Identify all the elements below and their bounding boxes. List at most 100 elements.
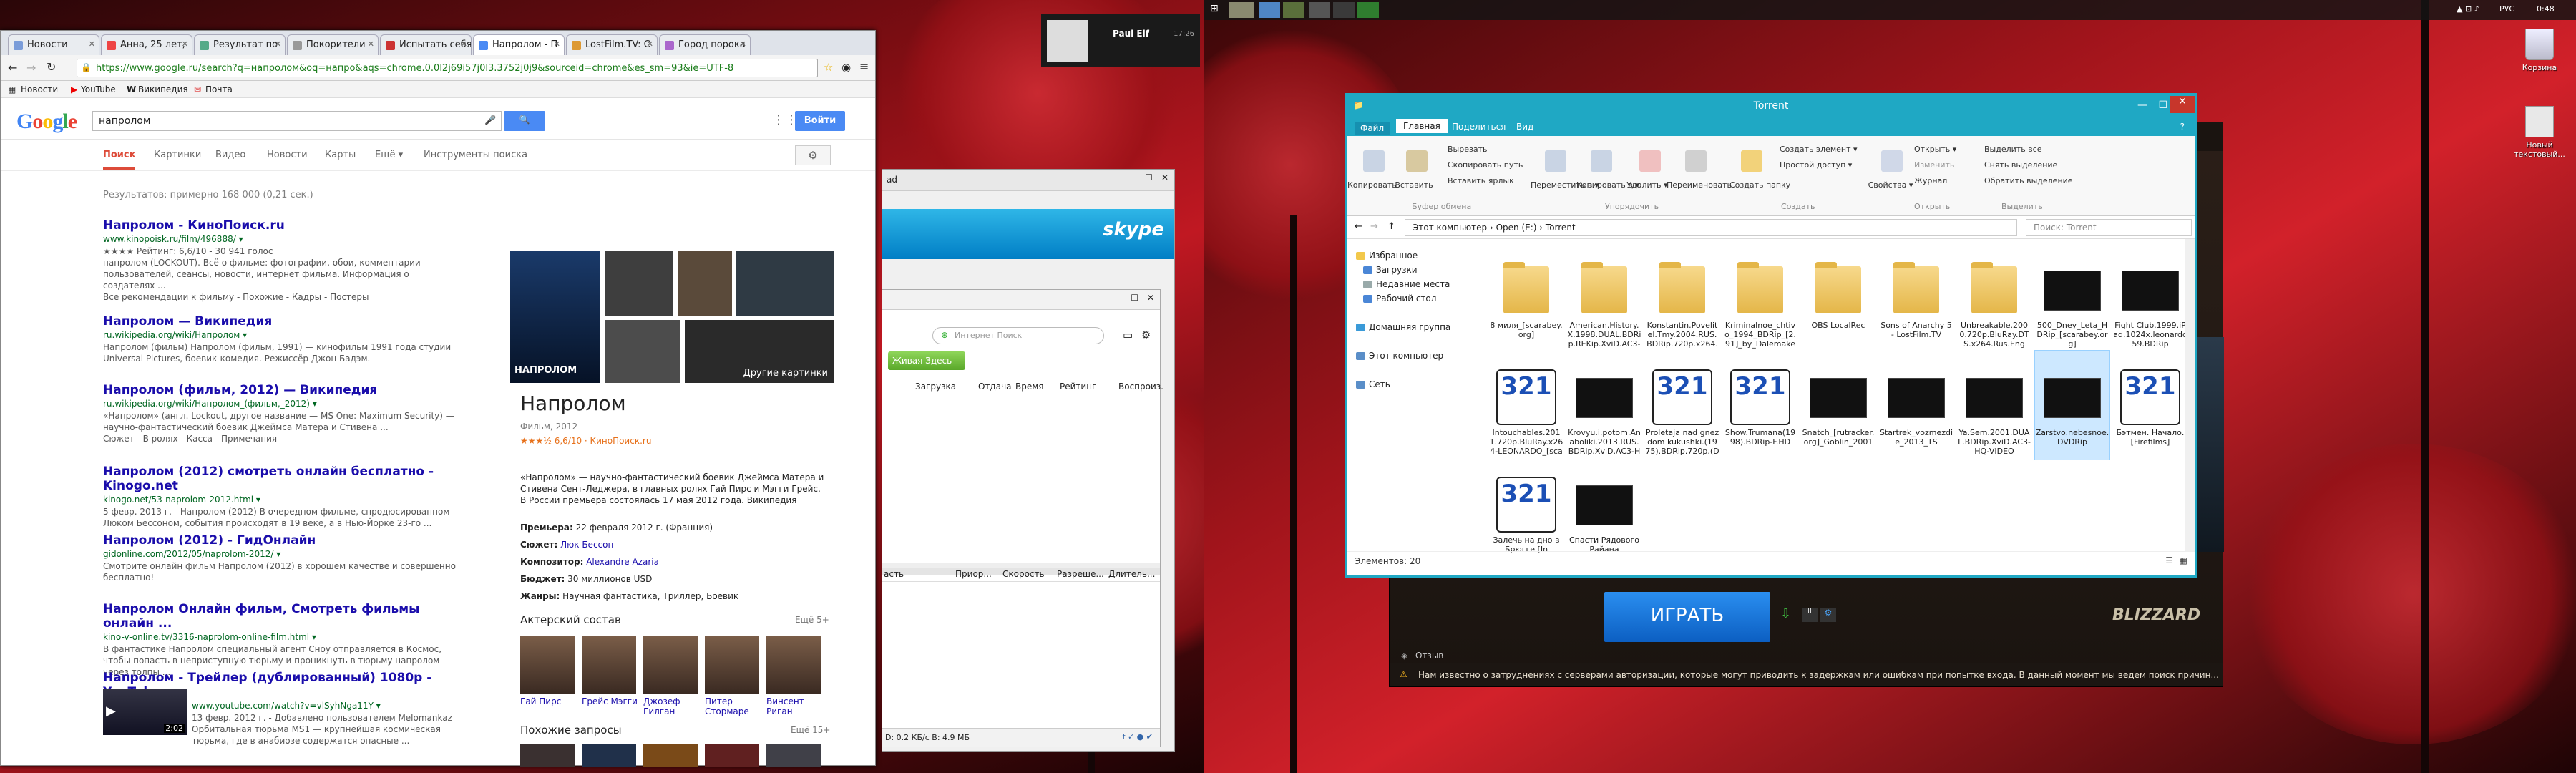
back-icon[interactable]: ← xyxy=(1355,221,1362,232)
browser-tab[interactable]: Результат по ✕ xyxy=(194,34,286,55)
minimize-icon[interactable]: — xyxy=(1111,293,1120,303)
column-header[interactable]: асть xyxy=(884,569,904,579)
column-header[interactable]: Отдача xyxy=(978,381,1012,392)
move-to-button[interactable]: Переместить в ▾ xyxy=(1531,180,1599,190)
select-all-button[interactable]: Выделить все xyxy=(1984,145,2041,154)
file-item[interactable]: 500_Dney_Leta_HDRip_[scarabey.org] xyxy=(2035,243,2109,352)
close-icon[interactable]: ✕ xyxy=(647,39,653,49)
fact-value[interactable]: Alexandre Azaria xyxy=(586,557,659,567)
gear-icon[interactable]: ⚙ xyxy=(1141,329,1151,341)
cast-name[interactable]: Питер Стормаре xyxy=(705,696,762,716)
tab-file[interactable]: Файл xyxy=(1355,122,1390,135)
movie-poster[interactable]: НАПРОЛОМ xyxy=(509,250,602,384)
breadcrumb-drive[interactable]: Open (E:) xyxy=(1496,223,1537,233)
nav-desktop[interactable]: Рабочий стол xyxy=(1376,293,1436,303)
file-item[interactable]: Kriminalnoe_chtivo_1994_BDRip_[2.91]_by_… xyxy=(1723,243,1797,352)
close-icon[interactable]: ✕ xyxy=(740,39,746,49)
browser-tab[interactable]: Испытать себя ✕ xyxy=(380,34,472,55)
column-header[interactable]: Приор... xyxy=(955,569,992,579)
tab-maps[interactable]: Карты xyxy=(325,150,356,160)
remote-icon[interactable]: ▭ xyxy=(1123,329,1133,341)
browser-tab[interactable]: Город порока ✕ xyxy=(659,34,751,55)
result-title[interactable]: Напролом (фильм, 2012) — Википедия xyxy=(103,383,461,397)
breadcrumb-computer[interactable]: Этот компьютер xyxy=(1413,223,1487,233)
close-icon[interactable]: ✕ xyxy=(182,39,188,49)
nav-recent[interactable]: Недавние места xyxy=(1376,279,1450,289)
start-icon[interactable]: ⊞ xyxy=(1210,3,1223,16)
tab-home[interactable]: Главная xyxy=(1396,119,1448,133)
nav-homegroup[interactable]: Домашняя группа xyxy=(1369,322,1450,332)
browser-tab[interactable]: Анна, 25 лет, ✕ xyxy=(101,34,192,55)
taskbar-app[interactable] xyxy=(1283,2,1304,18)
fact-value[interactable]: Люк Бессон xyxy=(560,540,613,550)
taskbar-app[interactable] xyxy=(1333,2,1355,18)
file-item[interactable]: Konstantin.Povelitel.Tmy.2004.RUS.BDRip.… xyxy=(1645,243,1719,352)
settings-gear-icon[interactable]: ⚙ xyxy=(795,145,831,165)
cast-more-link[interactable]: Ещё 5+ xyxy=(795,615,829,625)
copy-button[interactable]: Копировать xyxy=(1347,180,1397,190)
browser-tab[interactable]: LostFilm.TV: С ✕ xyxy=(566,34,658,55)
maximize-icon[interactable]: ☐ xyxy=(1131,293,1138,303)
similar-thumb[interactable] xyxy=(766,744,821,767)
result-title[interactable]: Напролом (2012) смотреть онлайн бесплатн… xyxy=(103,465,461,493)
taskbar-app[interactable] xyxy=(1259,2,1280,18)
cast-photo[interactable] xyxy=(766,636,821,694)
friend-notification[interactable]: Paul Elf 17:26 xyxy=(1041,14,1200,67)
new-folder-button[interactable]: Создать папку xyxy=(1729,180,1790,190)
back-icon[interactable]: ← xyxy=(8,61,17,74)
file-item[interactable]: 321 Intouchables.2011.720p.BluRay.x264-LE… xyxy=(1489,351,1563,460)
invert-selection-button[interactable]: Обратить выделение xyxy=(1984,176,2073,185)
taskbar-app[interactable] xyxy=(1309,2,1330,18)
file-item[interactable]: OBS LocalRec xyxy=(1801,243,1875,352)
search-input[interactable]: напролом xyxy=(92,111,502,131)
browser-tab[interactable]: Новости ✕ xyxy=(8,34,99,55)
google-logo[interactable]: Google xyxy=(16,110,77,134)
column-header[interactable]: Воспроиз. xyxy=(1118,381,1163,392)
easy-access-button[interactable]: Простой доступ ▾ xyxy=(1780,160,1852,170)
cast-photo[interactable] xyxy=(520,636,575,694)
column-header[interactable]: Загрузка xyxy=(915,381,956,392)
star-icon[interactable]: ☆ xyxy=(824,61,833,74)
feedback-link[interactable]: Отзыв xyxy=(1415,651,1443,661)
file-item[interactable]: Krovyu.i.potom.Anaboliki.2013.RUS.BDRip.… xyxy=(1567,351,1641,460)
forward-icon[interactable]: → xyxy=(1370,221,1378,232)
file-item[interactable]: Ya.Sem.2001.DUAL.BDRip.XviD.AC3-HQ-VIDEO xyxy=(1957,351,2031,460)
file-item[interactable]: 321 Бэтмен. Начало.[Firefilms] xyxy=(2113,351,2187,460)
column-header[interactable]: Разреше... xyxy=(1057,569,1104,579)
extension-icon[interactable]: ◉ xyxy=(841,61,851,74)
file-item[interactable]: 321 Proletaja nad gnezdom kukushki.(1975)… xyxy=(1645,351,1719,460)
result-title[interactable]: Напролом — Википедия xyxy=(103,314,461,329)
large-icons-view-icon[interactable]: ▦ xyxy=(2180,555,2187,565)
menu-icon[interactable]: ≡ xyxy=(859,59,869,73)
browser-tab-active[interactable]: Напролом - П ✕ xyxy=(473,34,565,55)
select-none-button[interactable]: Снять выделение xyxy=(1984,160,2057,170)
tab-video[interactable]: Видео xyxy=(215,150,245,160)
explorer-search-input[interactable]: Поиск: Torrent xyxy=(2026,219,2192,236)
result-title[interactable]: Напролом - КиноПоиск.ru xyxy=(103,218,461,233)
social-icons[interactable]: f ✓ ● ✔ xyxy=(1123,732,1153,742)
maximize-icon[interactable]: ☐ xyxy=(2158,99,2167,111)
cast-photo[interactable] xyxy=(582,636,636,694)
similar-thumb[interactable] xyxy=(520,744,575,767)
paste-shortcut-button[interactable]: Вставить ярлык xyxy=(1448,176,1514,185)
file-item[interactable]: Unbreakable.2000.720p.BluRay.DTS.x264.Ru… xyxy=(1957,243,2031,352)
column-header[interactable]: Скорость xyxy=(1002,569,1045,579)
close-icon[interactable]: ✕ xyxy=(368,39,374,49)
file-item[interactable]: Startrek_vozmezdie_2013_TS xyxy=(1879,351,1953,460)
movie-still[interactable] xyxy=(603,250,675,317)
column-header[interactable]: Время xyxy=(1015,381,1044,392)
paste-button[interactable]: Вставить xyxy=(1390,180,1438,190)
edit-button[interactable]: Изменить xyxy=(1914,160,1954,170)
cut-button[interactable]: Вырезать xyxy=(1448,145,1487,154)
breadcrumb[interactable]: Этот компьютер › Open (E:) › Torrent xyxy=(1405,219,2017,236)
desktop-icon-recycle-bin[interactable]: Корзина xyxy=(2514,29,2565,72)
copy-path-button[interactable]: Скопировать путь xyxy=(1448,160,1523,170)
tab-share[interactable]: Поделиться xyxy=(1452,122,1506,132)
microphone-icon[interactable]: 🎤 xyxy=(484,115,496,126)
clock[interactable]: 0:48 xyxy=(2537,4,2555,14)
close-icon[interactable]: ✕ xyxy=(2170,96,2195,113)
close-icon[interactable]: ✕ xyxy=(1161,172,1169,183)
browser-tab[interactable]: Покорители ✕ xyxy=(287,34,379,55)
options-icon[interactable]: ⚙ xyxy=(1820,608,1836,622)
bookmark-wikipedia[interactable]: Википедия xyxy=(138,84,188,94)
